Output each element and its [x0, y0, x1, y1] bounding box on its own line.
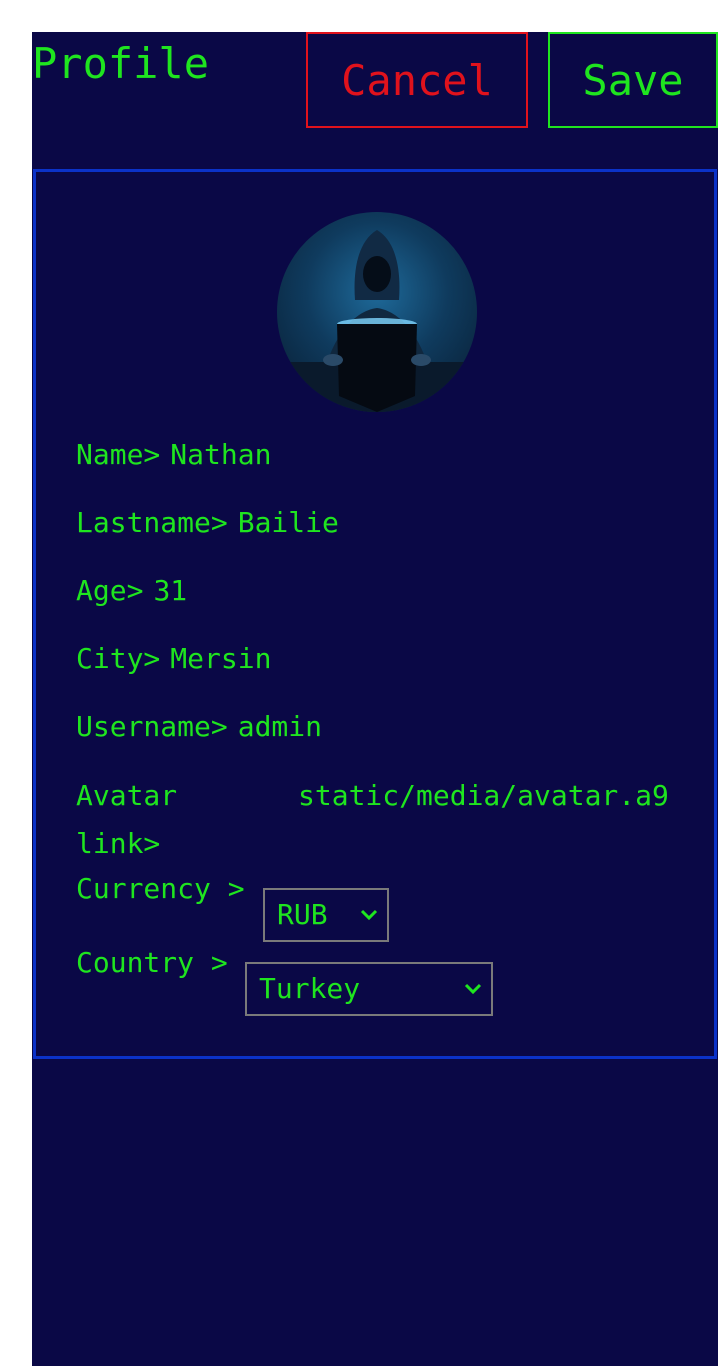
avatar-link-value[interactable]: static/media/avatar.a9	[298, 772, 674, 820]
hooded-figure-image	[277, 230, 477, 412]
cancel-button[interactable]: Cancel	[306, 32, 528, 128]
name-value[interactable]: Nathan	[170, 438, 271, 471]
chevron-down-icon	[359, 890, 379, 940]
country-label: Country >	[76, 946, 228, 979]
name-label: Name>	[76, 438, 161, 471]
chevron-down-icon	[463, 964, 483, 1014]
currency-select[interactable]: RUB	[263, 888, 389, 942]
save-button[interactable]: Save	[548, 32, 718, 128]
currency-select-value: RUB	[277, 898, 328, 931]
lastname-value[interactable]: Bailie	[238, 506, 339, 539]
age-field: Age> 31	[76, 567, 187, 615]
username-value[interactable]: admin	[238, 710, 322, 743]
username-label: Username>	[76, 710, 228, 743]
city-value[interactable]: Mersin	[170, 642, 271, 675]
username-field: Username> admin	[76, 703, 322, 751]
avatar-link-label-line2: link>	[76, 827, 161, 860]
country-select[interactable]: Turkey	[245, 962, 493, 1016]
city-field: City> Mersin	[76, 635, 271, 683]
avatar	[277, 212, 477, 412]
city-label: City>	[76, 642, 161, 675]
currency-label: Currency >	[76, 872, 245, 905]
name-field: Name> Nathan	[76, 431, 271, 479]
age-value[interactable]: 31	[153, 574, 187, 607]
lastname-field: Lastname> Bailie	[76, 499, 339, 547]
profile-screen: Profile Cancel Save Name> Nathan Lastnam…	[32, 32, 718, 1366]
page-title: Profile	[32, 39, 210, 88]
avatar-link-label: Avatar link>	[76, 772, 276, 868]
age-label: Age>	[76, 574, 144, 607]
profile-card: Name> Nathan Lastname> Bailie Age> 31 City>…	[33, 169, 717, 1059]
lastname-label: Lastname>	[76, 506, 228, 539]
avatar-link-label-line1: Avatar	[76, 779, 178, 812]
country-select-value: Turkey	[259, 972, 361, 1005]
